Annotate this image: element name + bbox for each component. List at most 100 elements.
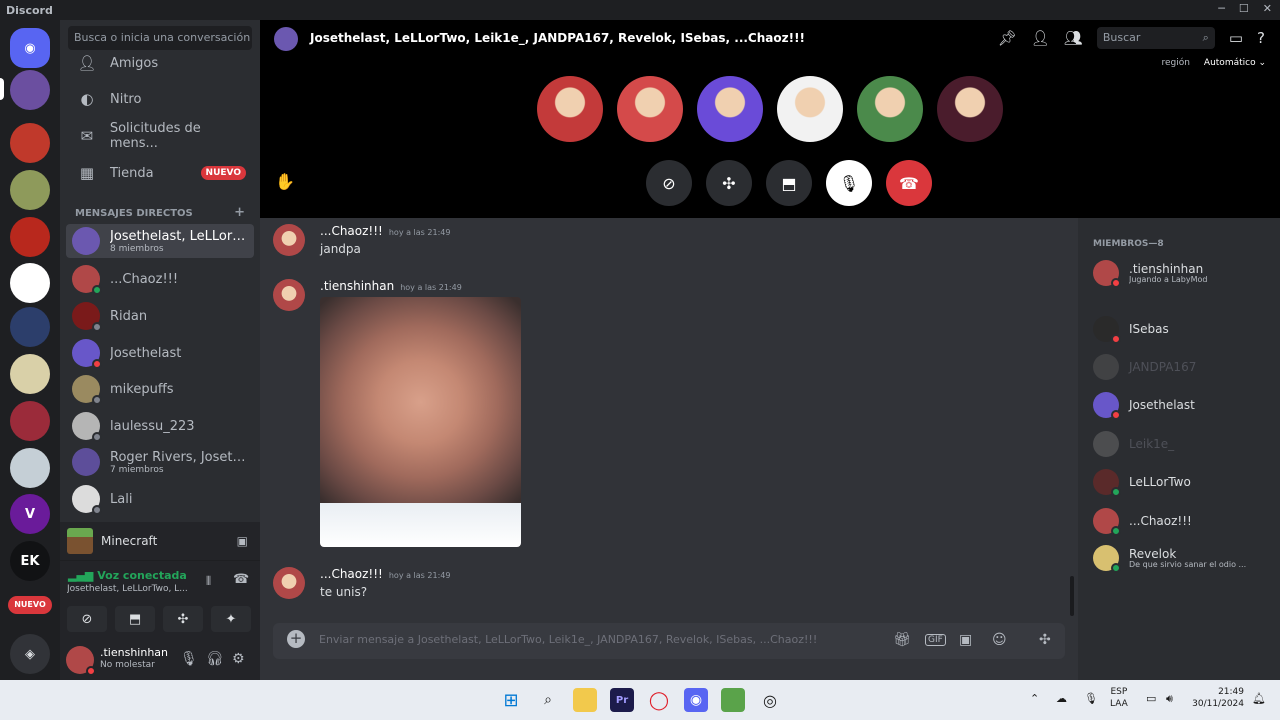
game-activity[interactable]: Minecraft ▣	[60, 522, 260, 560]
message-author[interactable]: ...Chaoz!!! hoy a las 21:49	[320, 567, 450, 581]
opera-icon[interactable]: ◯	[647, 688, 671, 712]
call-participant-avatar[interactable]	[857, 76, 923, 142]
gift-icon[interactable]: 🎁︎	[893, 632, 911, 648]
leave-call-button[interactable]: ☎	[886, 160, 932, 206]
message-author[interactable]: .tienshinhan hoy a las 21:49	[320, 279, 462, 293]
attach-icon[interactable]: +	[287, 630, 305, 648]
dm-item[interactable]: Josethelast	[66, 336, 254, 370]
server-5[interactable]	[10, 217, 50, 257]
message-image[interactable]	[320, 297, 521, 547]
server-2[interactable]	[10, 70, 50, 110]
server-9[interactable]	[10, 401, 50, 441]
settings-icon[interactable]: ⚙	[232, 651, 245, 667]
members-icon[interactable]: 👥︎	[1064, 29, 1083, 47]
call-mic-button[interactable]: 🎙︎	[826, 160, 872, 206]
gif-icon[interactable]: GIF	[925, 634, 946, 646]
minimize-icon[interactable]: ─	[1218, 2, 1225, 15]
message-author[interactable]: ...Chaoz!!! hoy a las 21:49	[320, 224, 450, 238]
user-avatar[interactable]	[66, 646, 96, 676]
disconnect-icon[interactable]: ☎	[233, 572, 249, 587]
discover-icon[interactable]: ◈	[10, 634, 50, 674]
network-icon[interactable]: ▭	[1146, 693, 1156, 705]
server-10[interactable]	[10, 448, 50, 488]
member-item[interactable]: JANDPA167	[1093, 350, 1278, 382]
region-value[interactable]: Automático ⌄	[1204, 58, 1266, 68]
new-badge[interactable]: NUEVO	[8, 596, 52, 614]
call-participant-avatar[interactable]	[537, 76, 603, 142]
header-search[interactable]: Buscar ⌕	[1096, 27, 1215, 49]
cloud-icon[interactable]: ☁	[1056, 693, 1067, 705]
screen-share-icon[interactable]: ▣	[237, 534, 248, 548]
server-11[interactable]: V	[10, 494, 50, 534]
dm-item[interactable]: ...Chaoz!!!	[66, 262, 254, 296]
message-composer[interactable]: + Enviar mensaje a Josethelast, LeLLorTw…	[273, 623, 1065, 659]
message-input[interactable]: Enviar mensaje a Josethelast, LeLLorTwo,…	[319, 633, 859, 646]
sticker-icon[interactable]: ▣	[959, 632, 972, 648]
notification-icon[interactable]: 🔔︎	[1252, 693, 1266, 705]
server-12[interactable]: EK	[10, 541, 50, 581]
soundboard-button[interactable]: ✦	[211, 606, 251, 632]
help-icon[interactable]: ?	[1257, 29, 1265, 47]
language-indicator[interactable]: ESP LAA	[1110, 686, 1128, 710]
noise-icon[interactable]: ⫴	[206, 574, 211, 589]
call-participant-avatar[interactable]	[937, 76, 1003, 142]
member-item[interactable]: Leik1e_	[1093, 427, 1278, 459]
voice-channel[interactable]: Josethelast, LeLLorTwo, L...	[67, 584, 197, 594]
chat-scrollbar[interactable]	[1070, 576, 1074, 616]
member-item[interactable]: Josethelast	[1093, 388, 1278, 420]
call-participant-avatar[interactable]	[697, 76, 763, 142]
member-item[interactable]: .tienshinhan Jugando a LabyMod	[1093, 256, 1278, 288]
dm-item[interactable]: laulessu_223	[66, 409, 254, 443]
member-item[interactable]: ...Chaoz!!!	[1093, 504, 1278, 536]
call-camera-button[interactable]: ⊘	[646, 160, 692, 206]
member-item[interactable]: ISebas	[1093, 312, 1278, 344]
volume-icon[interactable]: 🔊︎	[1166, 693, 1173, 705]
call-screen-share-button[interactable]: ⬒	[766, 160, 812, 206]
dm-item[interactable]: Lali	[66, 482, 254, 516]
server-8[interactable]	[10, 354, 50, 394]
close-icon[interactable]: ✕	[1263, 2, 1272, 15]
clock[interactable]: 21:49 30/11/2024	[1190, 686, 1244, 710]
tray-mic-icon[interactable]: 🎙︎	[1084, 693, 1098, 705]
activities-button[interactable]: ✣	[163, 606, 203, 632]
pin-icon[interactable]: 📌︎	[998, 29, 1017, 47]
dm-item[interactable]: mikepuffs	[66, 372, 254, 406]
message-avatar[interactable]	[273, 279, 305, 311]
member-item[interactable]: Revelok De que sirvio sanar el odio ...	[1093, 541, 1278, 573]
server-4[interactable]	[10, 170, 50, 210]
minecraft-taskbar-icon[interactable]	[721, 688, 745, 712]
member-item[interactable]: LeLLorTwo	[1093, 465, 1278, 497]
obs-icon[interactable]: ◎	[758, 688, 782, 712]
headphones-icon[interactable]: 🎧︎	[206, 651, 224, 667]
taskbar-search-icon[interactable]: ⌕	[536, 688, 560, 712]
nav-nitro[interactable]: ◐ Nitro	[68, 82, 252, 116]
dm-item[interactable]: Roger Rivers, Josethe... 7 miembros	[66, 445, 254, 479]
message-avatar[interactable]	[273, 224, 305, 256]
discord-home[interactable]: ◉	[10, 28, 50, 68]
microphone-icon[interactable]: 🎙︎	[180, 651, 198, 667]
nav-amigos[interactable]: 👤︎ Amigos	[68, 46, 252, 80]
message-avatar[interactable]	[273, 567, 305, 599]
screen-share-button[interactable]: ⬒	[115, 606, 155, 632]
server-6[interactable]	[10, 263, 50, 303]
apps-icon[interactable]: ✣	[1039, 632, 1051, 648]
premiere-icon[interactable]: Pr	[610, 688, 634, 712]
inbox-icon[interactable]: ▭	[1229, 29, 1243, 47]
dm-item[interactable]: Ridan	[66, 299, 254, 333]
chat-toggle-icon[interactable]: ✋	[275, 172, 295, 191]
call-activities-button[interactable]: ✣	[706, 160, 752, 206]
windows-start-icon[interactable]: ⊞	[499, 688, 523, 712]
nav-tienda[interactable]: ▦ Tienda NUEVO	[68, 156, 252, 190]
maximize-icon[interactable]: ☐	[1239, 2, 1249, 15]
emoji-icon[interactable]: ☺	[992, 632, 1007, 648]
nav-solicitudes[interactable]: ✉ Solicitudes de mens...	[68, 119, 252, 153]
server-3[interactable]	[10, 123, 50, 163]
camera-button[interactable]: ⊘	[67, 606, 107, 632]
call-participant-avatar[interactable]	[617, 76, 683, 142]
tray-chevron-icon[interactable]: ⌃	[1030, 693, 1039, 705]
call-participant-avatar[interactable]	[777, 76, 843, 142]
dm-item[interactable]: Josethelast, LeLLorT... 8 miembros	[66, 224, 254, 258]
discord-taskbar-icon[interactable]: ◉	[684, 688, 708, 712]
add-dm-icon[interactable]: +	[234, 206, 245, 219]
server-7[interactable]	[10, 307, 50, 347]
